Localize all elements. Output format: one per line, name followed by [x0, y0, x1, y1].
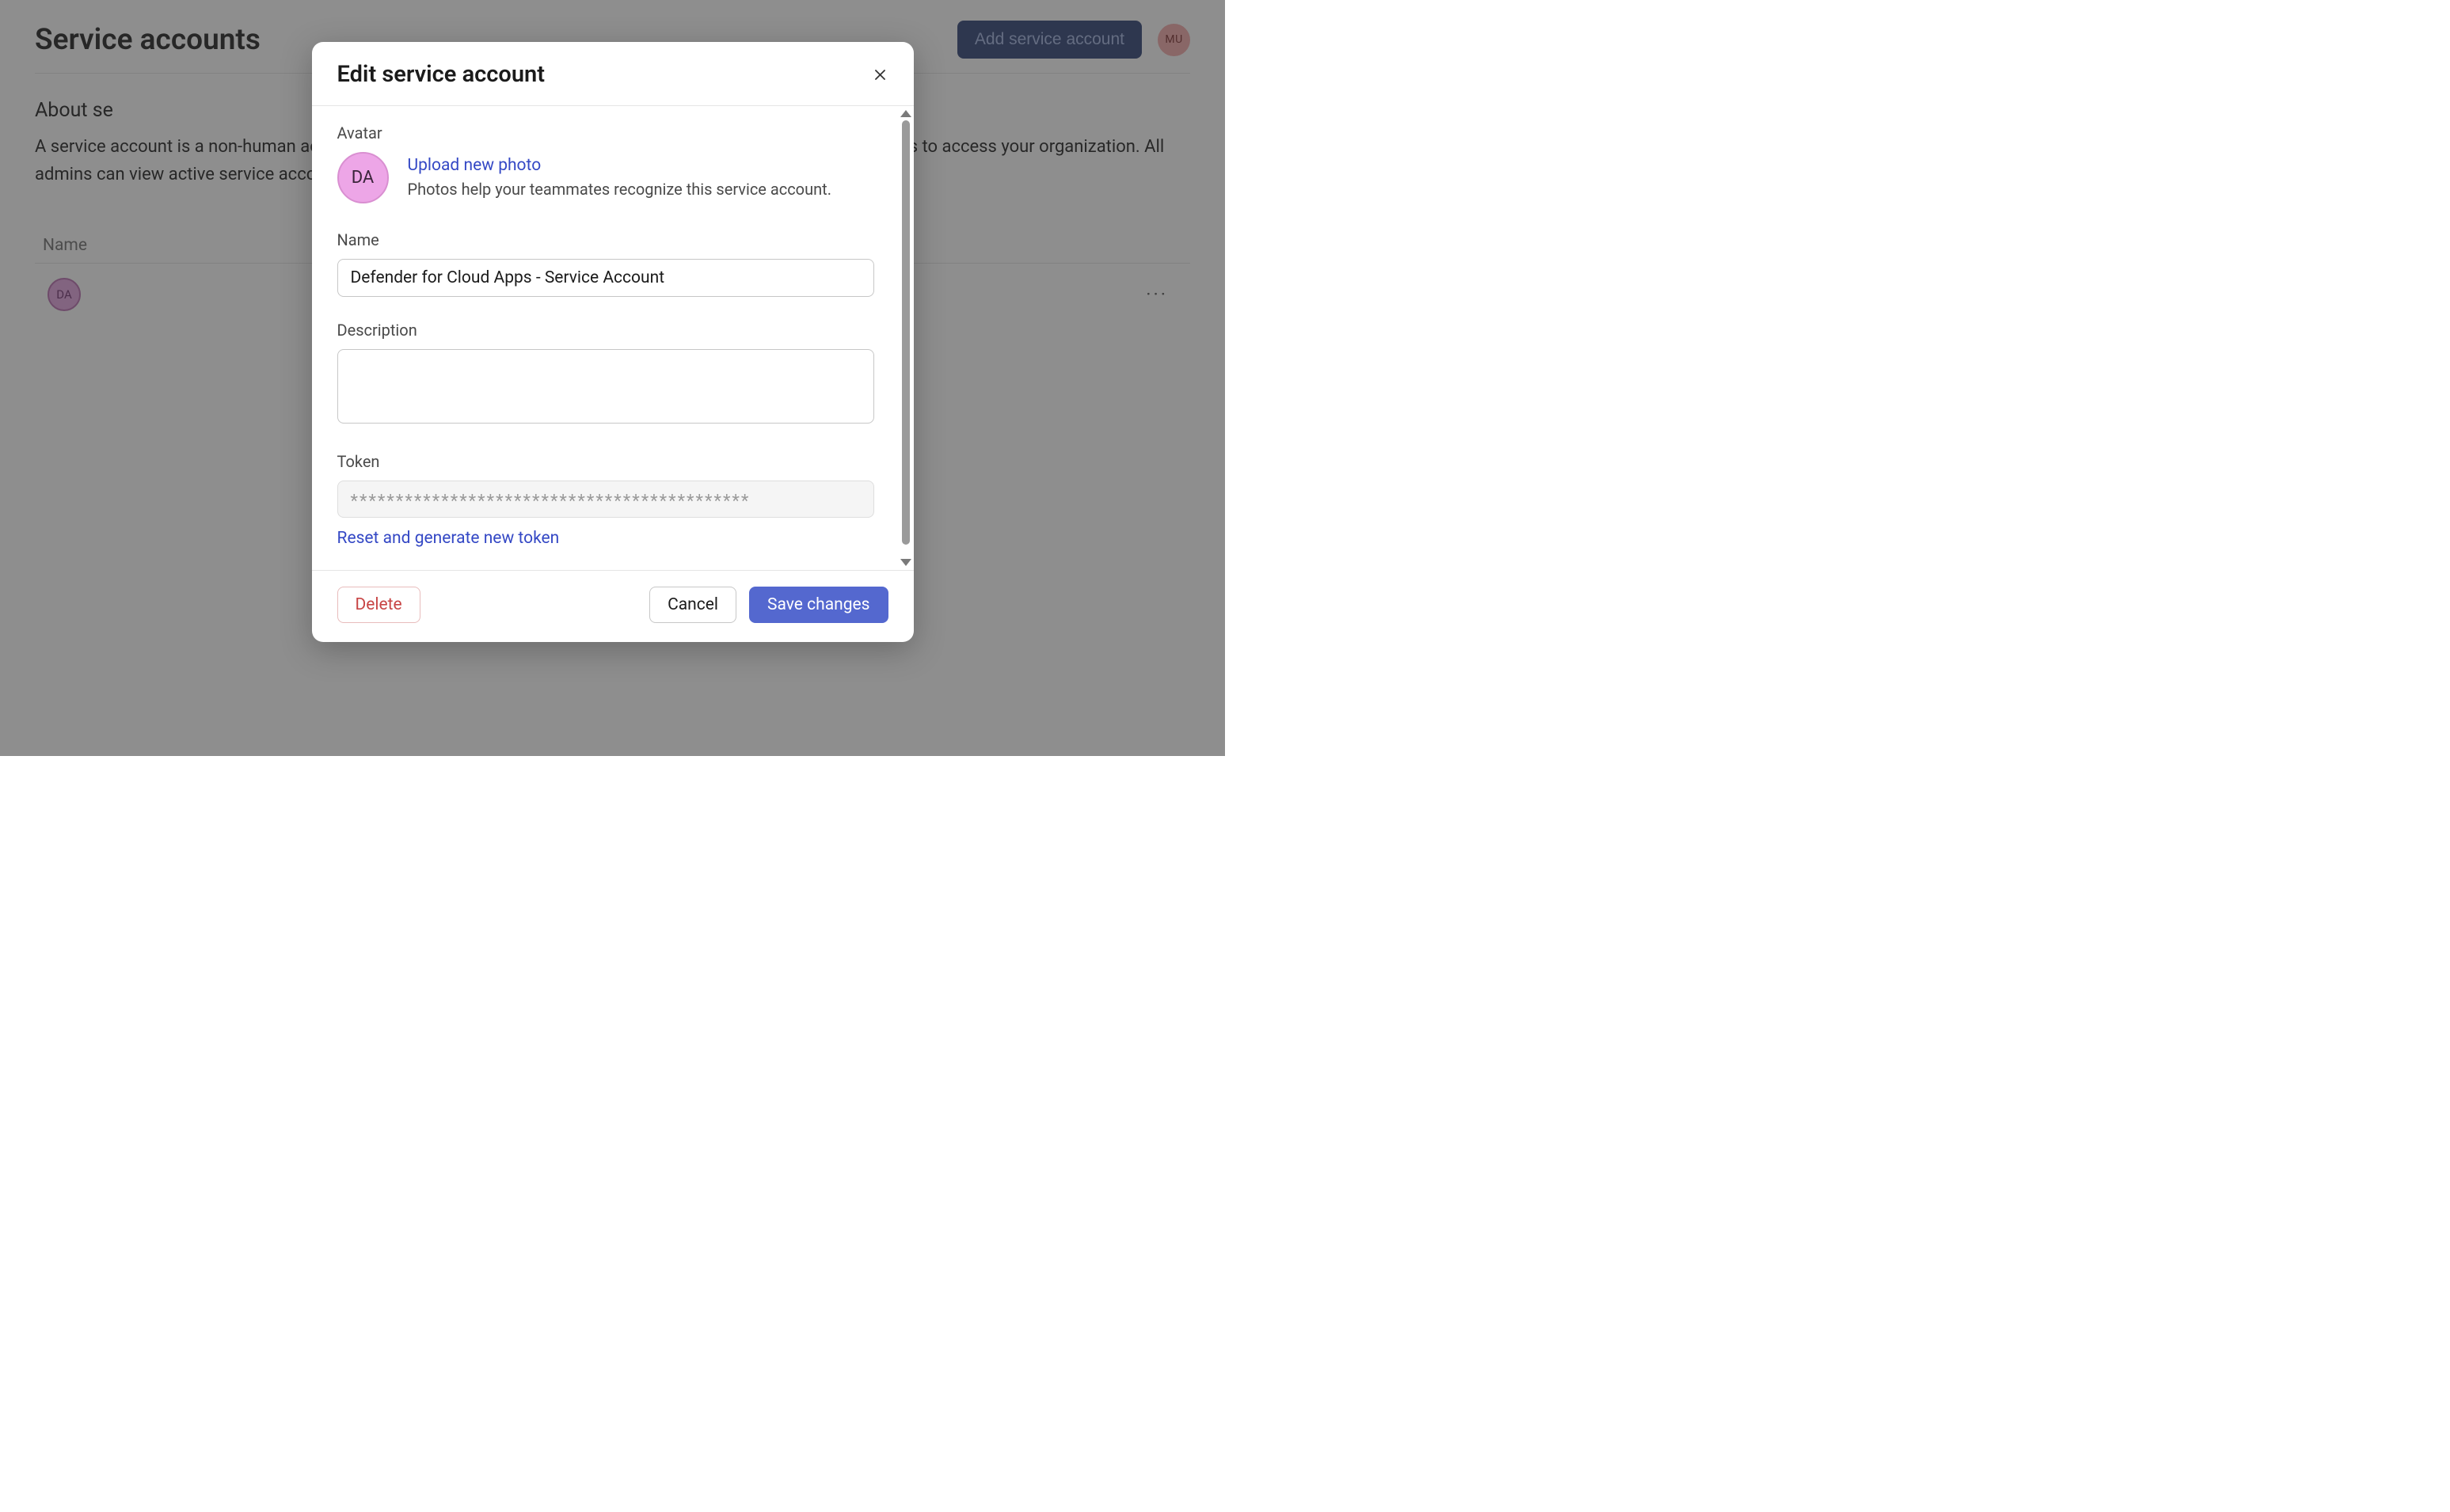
close-icon: [873, 67, 888, 82]
name-section: Name: [337, 230, 874, 297]
upload-hint: Photos help your teammates recognize thi…: [408, 180, 831, 199]
scroll-up-icon[interactable]: [900, 110, 911, 117]
delete-button[interactable]: Delete: [337, 587, 420, 623]
modal-header: Edit service account: [312, 42, 914, 106]
name-label: Name: [337, 230, 874, 249]
scroll-thumb[interactable]: [902, 120, 910, 545]
avatar-section: Avatar DA Upload new photo Photos help y…: [337, 123, 874, 203]
token-section: Token **********************************…: [337, 452, 874, 548]
upload-new-photo-link[interactable]: Upload new photo: [408, 156, 542, 175]
scroll-down-icon[interactable]: [900, 559, 911, 566]
avatar-preview: DA: [337, 152, 389, 203]
description-textarea[interactable]: [337, 349, 874, 424]
avatar-row: DA Upload new photo Photos help your tea…: [337, 152, 874, 203]
scrollbar[interactable]: [900, 106, 914, 570]
save-changes-button[interactable]: Save changes: [749, 587, 888, 623]
reset-token-link[interactable]: Reset and generate new token: [337, 529, 560, 548]
name-input[interactable]: [337, 259, 874, 297]
modal-scroll-area[interactable]: Avatar DA Upload new photo Photos help y…: [312, 106, 900, 570]
modal-overlay[interactable]: Edit service account Avatar DA Upload ne…: [0, 0, 1225, 756]
token-label: Token: [337, 452, 874, 471]
description-label: Description: [337, 321, 874, 340]
close-button[interactable]: [869, 63, 892, 85]
modal-title: Edit service account: [337, 61, 545, 88]
token-masked-display: ****************************************…: [337, 481, 874, 518]
description-section: Description: [337, 321, 874, 428]
edit-service-account-modal: Edit service account Avatar DA Upload ne…: [312, 42, 914, 642]
modal-footer: Delete Cancel Save changes: [312, 570, 914, 642]
upload-column: Upload new photo Photos help your teamma…: [408, 156, 831, 199]
cancel-button[interactable]: Cancel: [649, 587, 736, 623]
modal-body: Avatar DA Upload new photo Photos help y…: [312, 106, 914, 570]
avatar-label: Avatar: [337, 123, 874, 142]
